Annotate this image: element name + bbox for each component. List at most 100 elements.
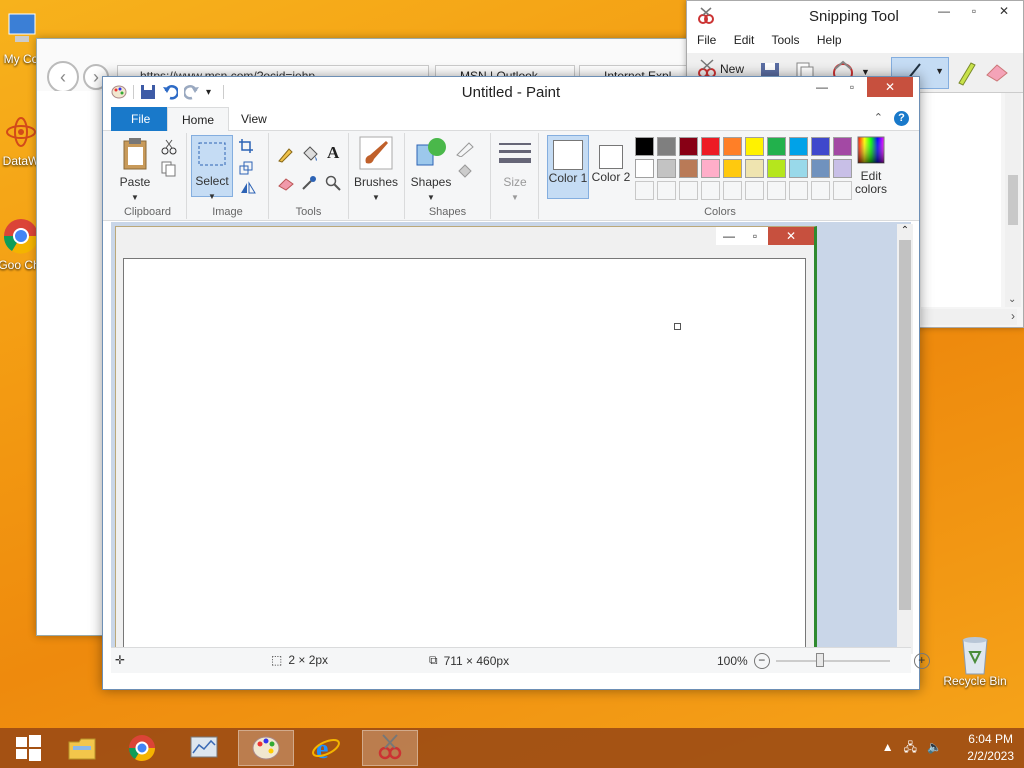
palette-swatch[interactable] <box>745 159 764 178</box>
tab-file[interactable]: File <box>111 107 171 131</box>
maximize-button[interactable]: ▫ <box>959 1 989 21</box>
network-icon[interactable]: 🖧 <box>904 739 917 756</box>
canvas-vertical-scrollbar[interactable]: ⌃ ⌄ <box>897 224 913 654</box>
custom-color-slot[interactable] <box>767 181 786 200</box>
resize-icon[interactable] <box>239 161 253 175</box>
menu-edit[interactable]: Edit <box>734 33 755 47</box>
palette-swatch[interactable] <box>723 159 742 178</box>
zoom-slider-thumb[interactable] <box>815 653 824 667</box>
color2-swatch <box>599 145 623 169</box>
taskbar-snipping-tool[interactable] <box>362 730 418 766</box>
palette-swatch[interactable] <box>679 137 698 156</box>
text-tool-icon[interactable]: A <box>327 143 339 163</box>
tab-view[interactable]: View <box>227 107 281 131</box>
palette-swatch[interactable] <box>701 137 720 156</box>
desktop-icon-recycle-bin[interactable]: Recycle Bin <box>938 632 1012 688</box>
magnifier-icon[interactable] <box>325 175 341 191</box>
snip-vertical-scrollbar[interactable]: ⌄ <box>1005 93 1021 307</box>
start-button[interactable] <box>0 730 56 766</box>
cut-icon[interactable] <box>161 139 177 155</box>
taskbar-chrome[interactable] <box>114 730 170 766</box>
zoom-slider[interactable] <box>775 653 890 667</box>
palette-swatch[interactable] <box>745 137 764 156</box>
palette-swatch[interactable] <box>767 159 786 178</box>
paint-window[interactable]: ▾ Untitled - Paint — ▫ ✕ File Home View … <box>102 76 930 690</box>
palette-swatch[interactable] <box>657 159 676 178</box>
eraser-icon[interactable] <box>277 177 295 191</box>
close-button[interactable]: ✕ <box>867 77 913 97</box>
menu-help[interactable]: Help <box>817 33 842 47</box>
scroll-thumb[interactable] <box>1008 175 1018 225</box>
zoom-out-button[interactable]: − <box>753 653 770 669</box>
show-hidden-icons-button[interactable]: ▲ <box>882 739 894 756</box>
back-button[interactable]: ‹ <box>47 61 79 93</box>
custom-color-slot[interactable] <box>635 181 654 200</box>
chevron-down-icon: ▼ <box>935 66 944 76</box>
paint-title: Untitled - Paint <box>461 84 561 101</box>
scroll-thumb[interactable] <box>899 240 911 610</box>
custom-color-slot[interactable] <box>723 181 742 200</box>
maximize-button[interactable]: ▫ <box>837 77 867 97</box>
crop-icon[interactable] <box>239 139 253 153</box>
custom-color-slot[interactable] <box>811 181 830 200</box>
paste-button[interactable]: Paste ▼ <box>115 137 155 203</box>
brushes-button[interactable]: Brushes ▼ <box>353 135 399 203</box>
folder-icon <box>68 738 96 760</box>
palette-swatch[interactable] <box>701 159 720 178</box>
color2-button[interactable]: Color 2 <box>591 135 631 199</box>
chevron-right-icon[interactable]: › <box>1011 309 1015 323</box>
menu-tools[interactable]: Tools <box>772 33 800 47</box>
tab-home[interactable]: Home <box>167 107 230 132</box>
chevron-down-icon: ▼ <box>511 193 519 202</box>
volume-icon[interactable]: 🔈 <box>927 739 942 756</box>
taskbar-performance-monitor[interactable] <box>176 730 232 766</box>
edit-colors-button[interactable]: Edit colors <box>849 135 893 196</box>
palette-swatch[interactable] <box>635 159 654 178</box>
palette-swatch[interactable] <box>789 159 808 178</box>
custom-color-slot[interactable] <box>701 181 720 200</box>
select-button[interactable]: Select ▼ <box>191 135 233 201</box>
shapes-button[interactable]: Shapes ▼ <box>409 135 453 203</box>
size-button[interactable]: Size ▼ <box>495 135 535 203</box>
taskbar-paint[interactable] <box>238 730 294 766</box>
taskbar-internet-explorer[interactable]: e <box>298 730 354 766</box>
outline-icon[interactable] <box>455 141 479 157</box>
clock[interactable]: 6:04 PM 2/2/2023 <box>967 731 1014 765</box>
snip-horizontal-scrollbar[interactable]: › <box>921 309 1017 325</box>
chevron-down-icon[interactable]: ⌄ <box>1008 294 1016 305</box>
highlighter-icon[interactable] <box>953 59 977 87</box>
palette-swatch[interactable] <box>679 159 698 178</box>
brushes-label: Brushes <box>353 175 399 189</box>
fill-bucket-icon[interactable] <box>301 145 319 163</box>
custom-color-slot[interactable] <box>657 181 676 200</box>
palette-swatch[interactable] <box>723 137 742 156</box>
rotate-icon[interactable] <box>239 181 259 195</box>
minimize-button[interactable]: — <box>929 1 959 21</box>
palette-swatch[interactable] <box>811 159 830 178</box>
chevron-up-icon[interactable]: ⌃ <box>897 224 913 238</box>
custom-color-slot[interactable] <box>679 181 698 200</box>
minimize-button[interactable]: — <box>807 77 837 97</box>
fill-icon[interactable] <box>455 163 479 179</box>
palette-swatch[interactable] <box>635 137 654 156</box>
copy-icon[interactable] <box>161 161 177 177</box>
custom-color-slot[interactable] <box>745 181 764 200</box>
resize-handle[interactable] <box>674 323 681 330</box>
menu-file[interactable]: File <box>697 33 716 47</box>
help-icon[interactable]: ? <box>894 111 909 126</box>
taskbar-file-explorer[interactable] <box>54 730 110 766</box>
desktop-icon-label: My Co <box>3 52 39 66</box>
color1-button[interactable]: Color 1 <box>547 135 589 199</box>
pencil-icon[interactable] <box>277 147 293 163</box>
zoom-in-button[interactable]: + <box>913 653 930 669</box>
palette-swatch[interactable] <box>767 137 786 156</box>
palette-swatch[interactable] <box>789 137 808 156</box>
close-button[interactable]: ✕ <box>989 1 1019 21</box>
eraser-icon[interactable] <box>983 61 1009 83</box>
color-picker-icon[interactable] <box>301 175 317 191</box>
palette-swatch[interactable] <box>811 137 830 156</box>
palette-swatch[interactable] <box>657 137 676 156</box>
collapse-ribbon-icon[interactable]: ⌃ <box>874 111 883 124</box>
custom-color-slot[interactable] <box>789 181 808 200</box>
drawing-canvas[interactable] <box>123 258 806 654</box>
